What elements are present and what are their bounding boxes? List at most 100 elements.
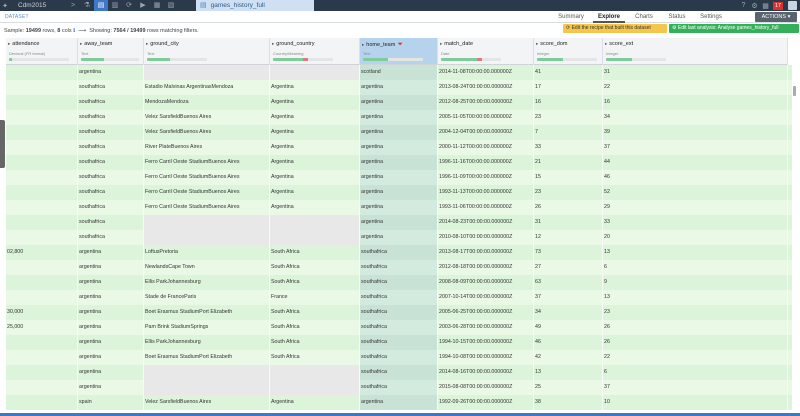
table-cell[interactable]: Ferro Carril Oeste StadiumBuenos Aires bbox=[144, 155, 270, 170]
table-cell[interactable] bbox=[144, 365, 270, 380]
table-cell[interactable]: South Africa bbox=[270, 335, 360, 350]
table-cell[interactable]: 27 bbox=[534, 260, 603, 275]
table-cell[interactable]: 46 bbox=[603, 170, 788, 185]
table-cell[interactable]: 73 bbox=[534, 245, 603, 260]
caret-icon[interactable]: ▸ bbox=[440, 41, 442, 46]
table-cell[interactable] bbox=[6, 335, 78, 350]
table-cell[interactable]: argentina bbox=[360, 230, 438, 245]
table-cell[interactable]: argentina bbox=[78, 245, 144, 260]
table-cell[interactable]: southafrica bbox=[78, 110, 144, 125]
table-cell[interactable]: 2013-08-24T00:00:00.000000Z bbox=[438, 80, 534, 95]
caret-icon[interactable]: ▸ bbox=[272, 41, 274, 46]
table-cell[interactable]: LoftusPretoria bbox=[144, 245, 270, 260]
table-cell[interactable]: Pam Brink StadiumSprings bbox=[144, 320, 270, 335]
table-cell[interactable]: argentina bbox=[78, 290, 144, 305]
table-cell[interactable]: Argentina bbox=[270, 185, 360, 200]
table-cell[interactable]: 1992-09-26T00:00:00.000000Z bbox=[438, 395, 534, 410]
help-icon[interactable]: ? bbox=[738, 2, 749, 9]
table-cell[interactable]: 39 bbox=[603, 125, 788, 140]
table-cell[interactable] bbox=[144, 230, 270, 245]
column-meaning[interactable]: Decimal (FR format) bbox=[9, 51, 45, 56]
table-row[interactable]: southafrica argentina 2014-08-23T00:00:00.… bbox=[6, 215, 792, 230]
column-header-ground-country[interactable]: ▸ ground_country Country/Meaning bbox=[270, 38, 360, 65]
table-cell[interactable]: argentina bbox=[78, 380, 144, 395]
table-cell[interactable]: 17 bbox=[534, 80, 603, 95]
column-header-home-team[interactable]: ▸ home_team ⏷ Text bbox=[360, 38, 438, 65]
table-row[interactable]: southafrica Ferro Carril Oeste StadiumBue… bbox=[6, 155, 792, 170]
table-cell[interactable]: South Africa bbox=[270, 245, 360, 260]
table-cell[interactable]: 2014-08-23T00:00:00.000000Z bbox=[438, 215, 534, 230]
project-name[interactable]: Cdm2015 bbox=[18, 2, 66, 9]
table-cell[interactable]: 33 bbox=[534, 140, 603, 155]
table-row[interactable]: 25,000 argentina Pam Brink StadiumSprings S… bbox=[6, 320, 792, 335]
table-cell[interactable] bbox=[144, 65, 270, 80]
table-cell[interactable]: argentina bbox=[78, 335, 144, 350]
table-cell[interactable]: 37 bbox=[603, 380, 788, 395]
column-meaning[interactable]: Date bbox=[441, 51, 449, 56]
table-cell[interactable]: 2008-08-09T00:00:00.000000Z bbox=[438, 275, 534, 290]
table-cell[interactable] bbox=[6, 65, 78, 80]
table-cell[interactable]: 6 bbox=[603, 365, 788, 380]
table-cell[interactable]: argentina bbox=[360, 215, 438, 230]
table-row[interactable]: argentina Stade de FranceParis France south… bbox=[6, 290, 792, 305]
table-cell[interactable]: argentina bbox=[360, 185, 438, 200]
caret-icon[interactable]: ▸ bbox=[80, 41, 82, 46]
table-cell[interactable]: 1996-11-16T00:00:00.000000Z bbox=[438, 155, 534, 170]
table-row[interactable]: spain Velez SarsfieldBuenos Aires Argentin… bbox=[6, 395, 792, 410]
table-cell[interactable]: NewlandsCape Town bbox=[144, 260, 270, 275]
run-icon[interactable]: ▶ bbox=[136, 0, 150, 11]
table-cell[interactable]: 1994-10-15T00:00:00.000000Z bbox=[438, 335, 534, 350]
column-header-ground-city[interactable]: ▸ ground_city Text bbox=[144, 38, 270, 65]
table-cell[interactable]: argentina bbox=[360, 170, 438, 185]
table-cell[interactable]: 02,800 bbox=[6, 245, 78, 260]
table-cell[interactable]: 23 bbox=[534, 110, 603, 125]
table-cell[interactable] bbox=[6, 200, 78, 215]
table-cell[interactable]: 1993-11-06T00:00:00.000000Z bbox=[438, 200, 534, 215]
table-cell[interactable]: 2014-11-08T00:00:00.000000Z bbox=[438, 65, 534, 80]
table-cell[interactable]: 63 bbox=[534, 275, 603, 290]
table-cell[interactable]: 13 bbox=[603, 245, 788, 260]
table-cell[interactable]: 46 bbox=[534, 335, 603, 350]
table-row[interactable]: southafrica argentina 2010-08-10T00:00:00.… bbox=[6, 230, 792, 245]
table-cell[interactable]: southafrica bbox=[78, 140, 144, 155]
table-cell[interactable]: 23 bbox=[534, 185, 603, 200]
caret-icon[interactable]: ▸ bbox=[146, 41, 148, 46]
table-cell[interactable]: 15 bbox=[534, 170, 603, 185]
table-cell[interactable]: southafrica bbox=[78, 170, 144, 185]
table-cell[interactable]: 42 bbox=[534, 350, 603, 365]
table-cell[interactable] bbox=[6, 110, 78, 125]
breadcrumb[interactable]: DATASET bbox=[5, 14, 29, 20]
table-cell[interactable]: Boet Erasmus StadiumPort Elizabeth bbox=[144, 305, 270, 320]
table-cell[interactable]: 37 bbox=[534, 290, 603, 305]
table-cell[interactable]: 2003-06-28T00:00:00.000000Z bbox=[438, 320, 534, 335]
table-cell[interactable]: Argentina bbox=[270, 110, 360, 125]
table-cell[interactable]: spain bbox=[78, 395, 144, 410]
table-row[interactable]: southafrica Ferro Carril Oeste StadiumBue… bbox=[6, 185, 792, 200]
table-cell[interactable]: scotland bbox=[360, 65, 438, 80]
table-row[interactable]: southafrica Ferro Carril Oeste StadiumBue… bbox=[6, 200, 792, 215]
table-cell[interactable] bbox=[6, 125, 78, 140]
table-cell[interactable]: 13 bbox=[603, 290, 788, 305]
table-cell[interactable]: 2007-10-14T00:00:00.000000Z bbox=[438, 290, 534, 305]
table-cell[interactable]: 25,000 bbox=[6, 320, 78, 335]
dashboard-icon[interactable]: ▧ bbox=[164, 0, 178, 11]
tab-summary[interactable]: Summary bbox=[553, 11, 589, 23]
table-cell[interactable]: 25 bbox=[534, 380, 603, 395]
table-cell[interactable]: 44 bbox=[603, 155, 788, 170]
table-cell[interactable]: 33 bbox=[603, 215, 788, 230]
table-cell[interactable]: 2012-08-18T00:00:00.000000Z bbox=[438, 260, 534, 275]
table-cell[interactable]: argentina bbox=[78, 65, 144, 80]
column-header-away-team[interactable]: ▸ away_team Text bbox=[78, 38, 144, 65]
table-cell[interactable] bbox=[6, 365, 78, 380]
table-cell[interactable]: South Africa bbox=[270, 350, 360, 365]
table-cell[interactable]: 52 bbox=[603, 185, 788, 200]
caret-icon[interactable]: ▸ bbox=[536, 41, 538, 46]
column-meaning[interactable]: Text bbox=[147, 51, 154, 56]
dataset-icon[interactable]: ▤ bbox=[94, 0, 108, 11]
table-cell[interactable]: argentina bbox=[78, 275, 144, 290]
table-cell[interactable]: 2013-08-17T00:00:00.000000Z bbox=[438, 245, 534, 260]
table-cell[interactable]: South Africa bbox=[270, 305, 360, 320]
table-cell[interactable]: argentina bbox=[360, 110, 438, 125]
table-cell[interactable]: 26 bbox=[603, 320, 788, 335]
column-meaning[interactable]: Country/Meaning bbox=[273, 51, 303, 56]
